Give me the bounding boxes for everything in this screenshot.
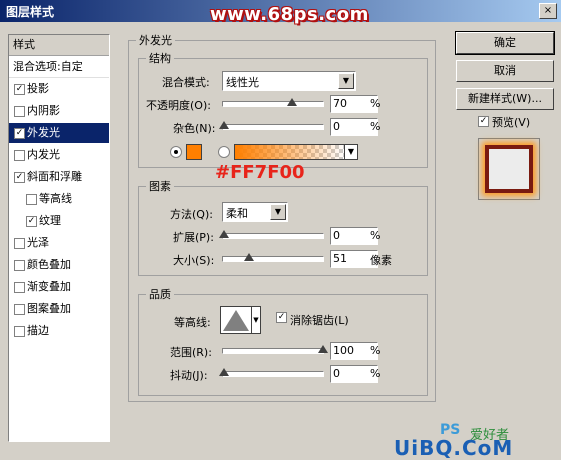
slider-thumb-icon[interactable] xyxy=(219,230,229,238)
blending-options-item[interactable]: 混合选项:自定 xyxy=(9,57,109,78)
style-item-drop-shadow[interactable]: ✓ 投影 xyxy=(9,79,109,99)
chevron-down-icon: ▼ xyxy=(270,204,286,220)
uibq-logo-text: UiBQ.CoM xyxy=(394,436,514,460)
contour-curve-icon xyxy=(223,310,249,331)
checkbox-icon[interactable] xyxy=(14,238,25,249)
preview-checkbox[interactable]: ✓ xyxy=(478,116,489,127)
glow-gradient-picker[interactable] xyxy=(234,144,346,160)
blend-mode-value: 线性光 xyxy=(226,76,259,89)
style-item-color-overlay[interactable]: 颜色叠加 xyxy=(9,255,109,275)
spread-label: 扩展(P): xyxy=(173,231,214,244)
contour-label: 等高线: xyxy=(174,316,211,329)
glow-color-swatch[interactable] xyxy=(186,144,202,160)
color-annotation: #FF7F00 xyxy=(215,162,305,183)
style-item-label: 投影 xyxy=(27,82,49,95)
style-item-gradient-overlay[interactable]: 渐变叠加 xyxy=(9,277,109,297)
chevron-down-icon: ▼ xyxy=(338,73,354,89)
gradient-radio[interactable] xyxy=(218,146,230,158)
opacity-label: 不透明度(O): xyxy=(146,99,211,112)
ok-button[interactable]: 确定 xyxy=(455,31,555,55)
elements-title: 图素 xyxy=(146,178,174,194)
technique-value: 柔和 xyxy=(226,207,248,220)
style-item-label: 纹理 xyxy=(39,214,61,227)
style-item-label: 内发光 xyxy=(27,148,60,161)
antialias-label: 消除锯齿(L) xyxy=(290,314,349,327)
noise-slider[interactable] xyxy=(219,121,324,130)
style-item-label: 斜面和浮雕 xyxy=(27,170,82,183)
style-item-label: 内阴影 xyxy=(27,104,60,117)
slider-thumb-icon[interactable] xyxy=(219,121,229,129)
noise-unit: % xyxy=(370,120,381,133)
blend-mode-label: 混合模式: xyxy=(162,76,210,89)
slider-thumb-icon[interactable] xyxy=(287,98,297,106)
style-list: 样式 混合选项:自定 ✓ 投影 内阴影 ✓ 外发光 内发光 ✓ 斜面和浮雕 等高线 ✓… xyxy=(8,34,110,442)
size-slider[interactable] xyxy=(222,253,324,262)
spread-unit: % xyxy=(370,229,381,242)
site-watermark: www.68ps.com xyxy=(210,4,369,25)
checkbox-icon[interactable] xyxy=(14,260,25,271)
jitter-label: 抖动(J): xyxy=(170,369,208,382)
checkbox-icon[interactable]: ✓ xyxy=(14,172,25,183)
checkbox-icon[interactable] xyxy=(26,194,37,205)
style-item-inner-glow[interactable]: 内发光 xyxy=(9,145,109,165)
new-style-button[interactable]: 新建样式(W)... xyxy=(456,88,554,110)
window-title: 图层样式 xyxy=(6,5,55,19)
antialias-checkbox[interactable]: ✓ xyxy=(276,312,287,323)
checkbox-icon[interactable]: ✓ xyxy=(14,84,25,95)
outer-glow-title: 外发光 xyxy=(136,32,175,48)
style-item-label: 渐变叠加 xyxy=(27,280,71,293)
style-item-pattern-overlay[interactable]: 图案叠加 xyxy=(9,299,109,319)
checkbox-icon[interactable] xyxy=(14,304,25,315)
style-item-bevel-emboss[interactable]: ✓ 斜面和浮雕 xyxy=(9,167,109,187)
style-item-label: 等高线 xyxy=(39,192,72,205)
style-item-label: 图案叠加 xyxy=(27,302,71,315)
checkbox-icon[interactable] xyxy=(14,150,25,161)
quality-title: 品质 xyxy=(146,286,174,302)
jitter-unit: % xyxy=(370,367,381,380)
range-slider[interactable] xyxy=(222,345,328,354)
range-unit: % xyxy=(370,344,381,357)
checkbox-icon[interactable]: ✓ xyxy=(26,216,37,227)
style-item-label: 颜色叠加 xyxy=(27,258,71,271)
style-preview-thumbnail xyxy=(478,138,540,200)
noise-label: 杂色(N): xyxy=(173,122,216,135)
jitter-slider[interactable] xyxy=(219,368,324,377)
preview-glow-square xyxy=(485,145,533,193)
blend-mode-select[interactable]: 线性光 ▼ xyxy=(222,71,356,91)
style-item-outer-glow[interactable]: ✓ 外发光 xyxy=(9,123,109,143)
slider-thumb-icon[interactable] xyxy=(219,368,229,376)
styles-header[interactable]: 样式 xyxy=(9,35,109,56)
solid-color-radio[interactable] xyxy=(170,146,182,158)
size-label: 大小(S): xyxy=(173,254,215,267)
range-label: 范围(R): xyxy=(170,346,212,359)
site-logo-watermark: PS 爱好者 UiBQ.CoM xyxy=(392,422,560,460)
checkbox-icon[interactable]: ✓ xyxy=(14,128,25,139)
style-item-label: 外发光 xyxy=(27,126,60,139)
style-item-label: 光泽 xyxy=(27,236,49,249)
structure-title: 结构 xyxy=(146,50,174,66)
opacity-unit: % xyxy=(370,97,381,110)
style-item-inner-shadow[interactable]: 内阴影 xyxy=(9,101,109,121)
close-button[interactable]: × xyxy=(539,3,557,19)
style-item-stroke[interactable]: 描边 xyxy=(9,321,109,341)
technique-label: 方法(Q): xyxy=(170,208,213,221)
slider-thumb-icon[interactable] xyxy=(318,345,328,353)
cancel-button[interactable]: 取消 xyxy=(456,60,554,82)
checkbox-icon[interactable] xyxy=(14,106,25,117)
preview-label: 预览(V) xyxy=(492,116,531,129)
checkbox-icon[interactable] xyxy=(14,282,25,293)
style-item-label: 描边 xyxy=(27,324,49,337)
spread-slider[interactable] xyxy=(219,230,324,239)
style-item-texture[interactable]: ✓ 纹理 xyxy=(9,211,109,231)
checkbox-icon[interactable] xyxy=(14,326,25,337)
size-unit: 像素 xyxy=(370,254,392,267)
style-item-satin[interactable]: 光泽 xyxy=(9,233,109,253)
style-item-contour[interactable]: 等高线 xyxy=(9,189,109,209)
chevron-down-icon[interactable]: ▼ xyxy=(251,306,261,334)
opacity-slider[interactable] xyxy=(222,98,324,107)
contour-preview[interactable] xyxy=(220,306,252,334)
technique-select[interactable]: 柔和 ▼ xyxy=(222,202,288,222)
slider-thumb-icon[interactable] xyxy=(244,253,254,261)
chevron-down-icon[interactable]: ▼ xyxy=(344,144,358,160)
